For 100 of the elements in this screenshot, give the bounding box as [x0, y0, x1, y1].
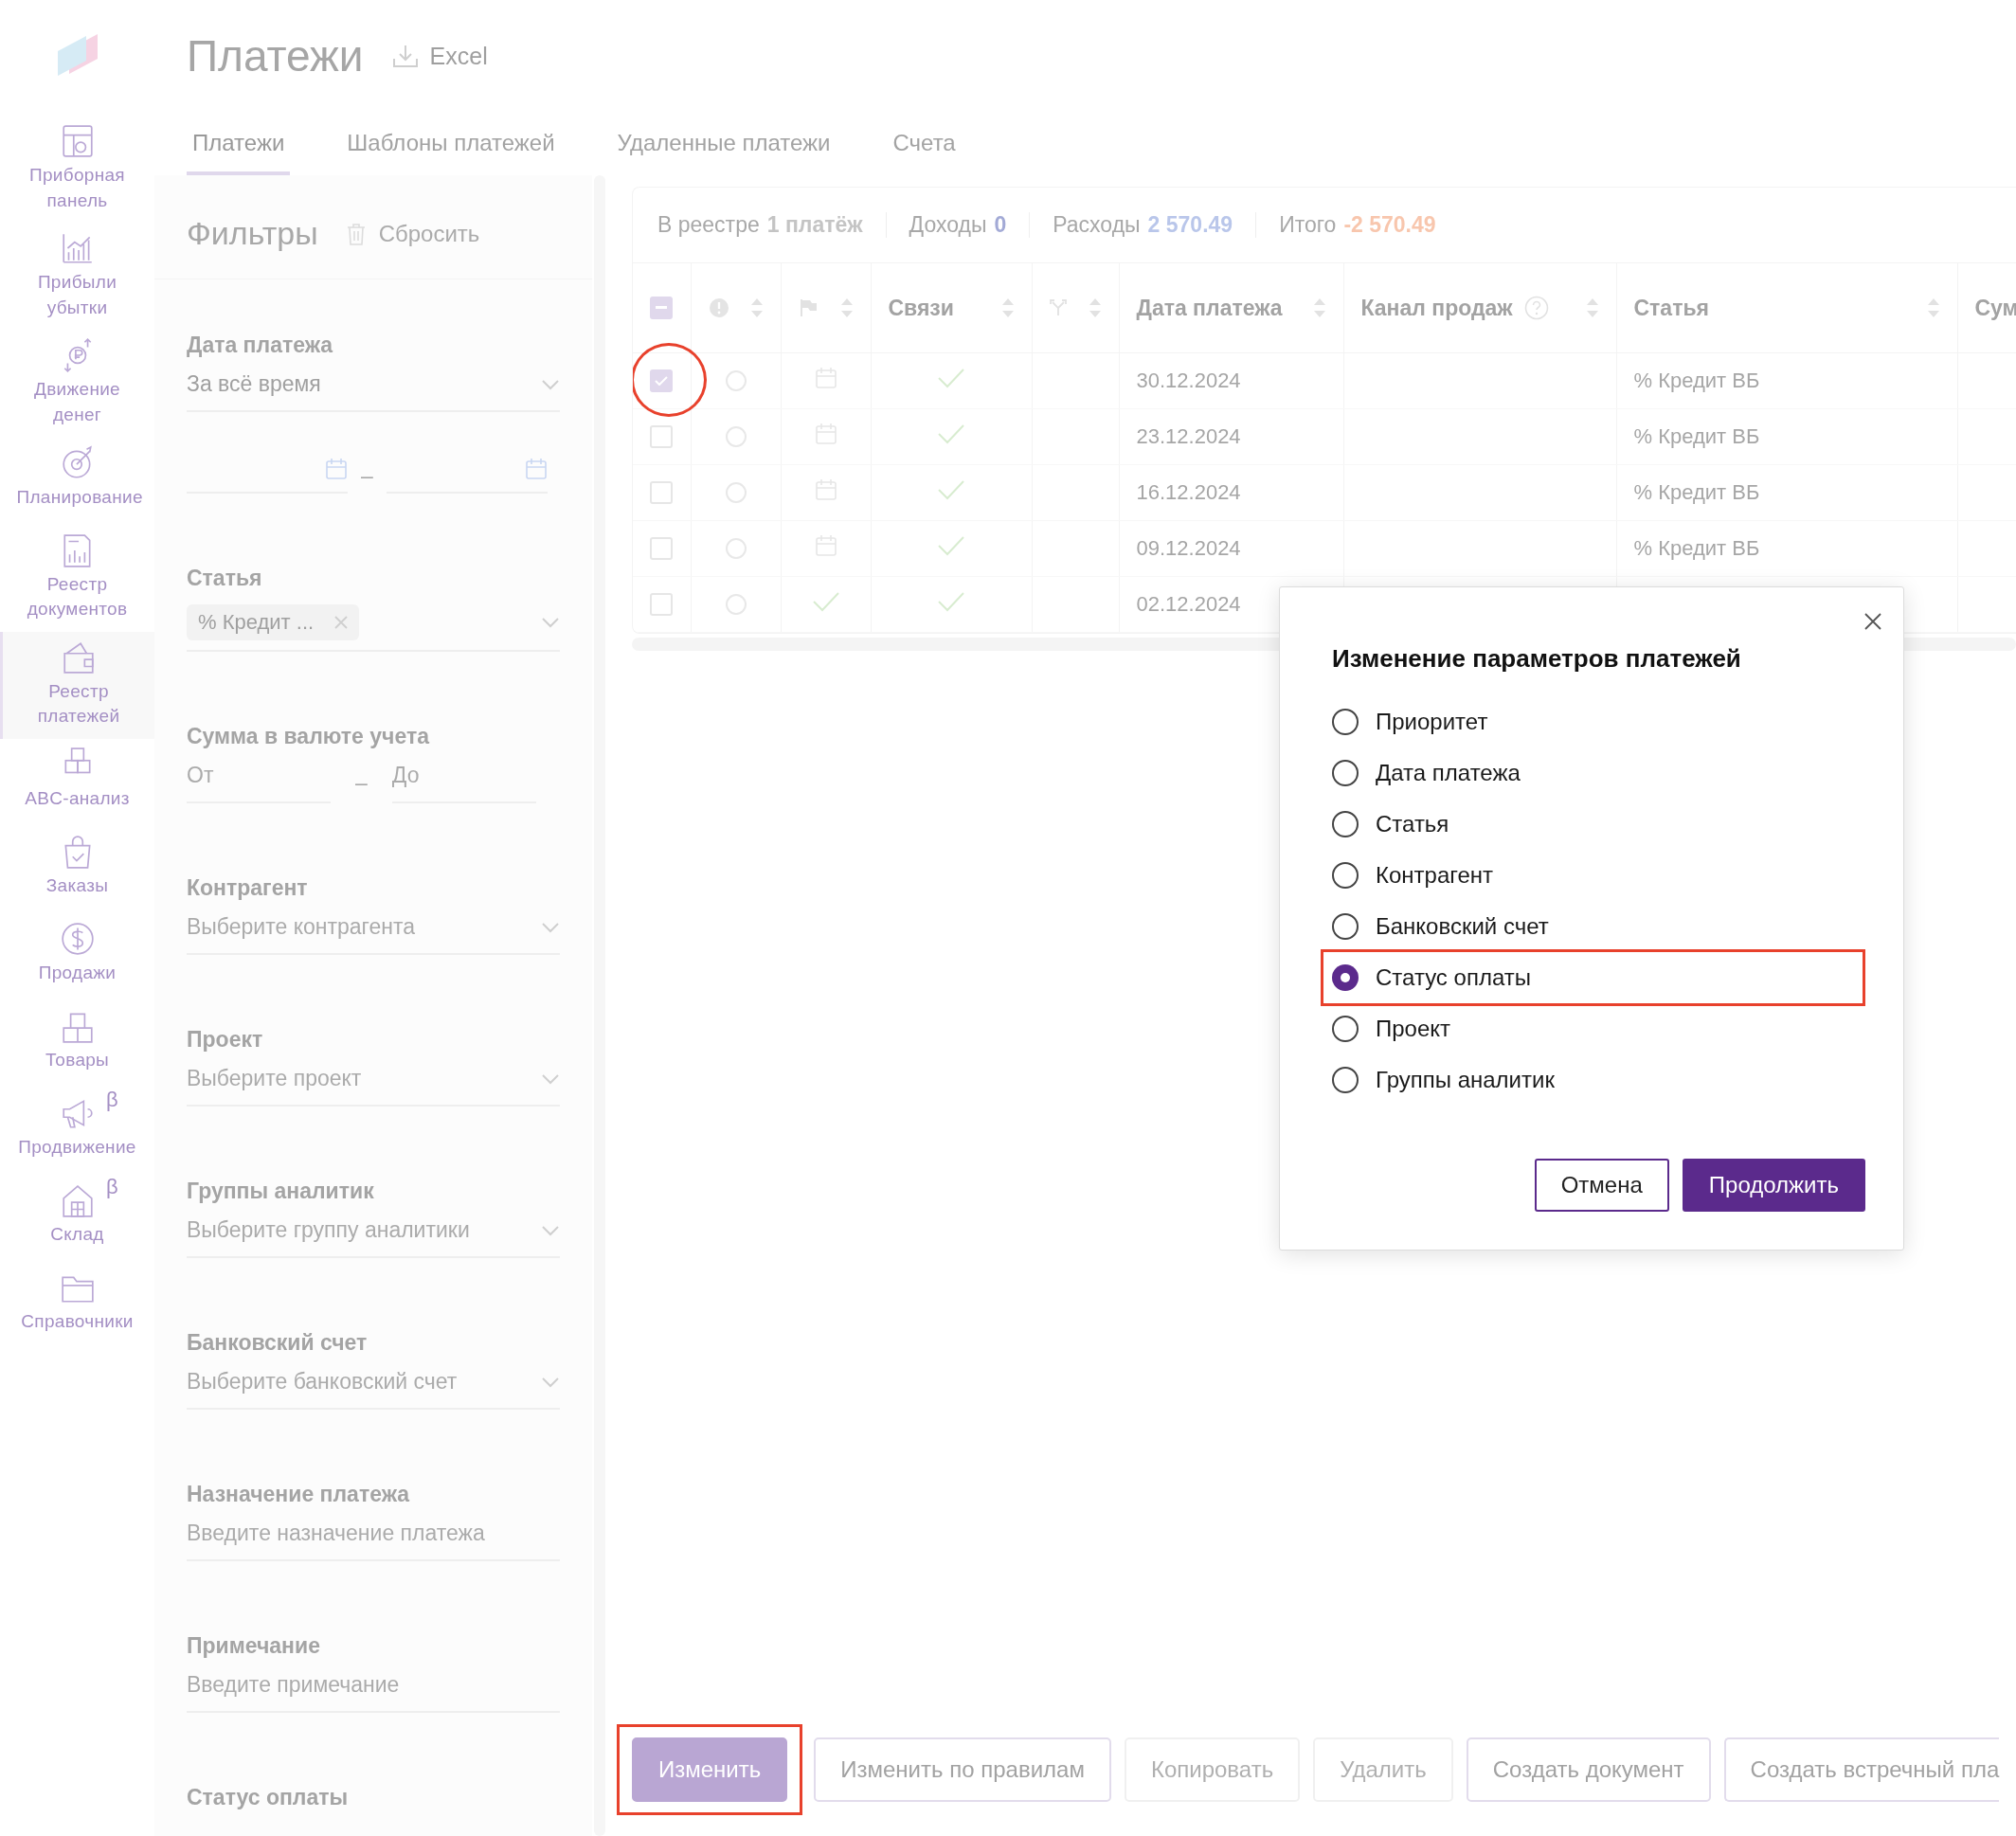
filter-tag: % Кредит ...: [187, 604, 360, 640]
amount-from-field[interactable]: От: [187, 763, 331, 803]
column-header: Канал продаж: [1360, 295, 1513, 321]
nav-item[interactable]: Реестр документов: [0, 524, 154, 632]
radio-button[interactable]: [1332, 862, 1359, 889]
select-field[interactable]: За всё время: [187, 371, 560, 412]
sort-icon[interactable]: [1000, 297, 1015, 318]
remove-tag-icon[interactable]: [334, 616, 349, 629]
check-icon: [655, 376, 668, 386]
column-header: Связи: [888, 295, 954, 321]
nav-item[interactable]: β Склад: [0, 1174, 154, 1262]
minus-icon: [656, 306, 667, 310]
select-field[interactable]: Выберите группу аналитики: [187, 1217, 560, 1258]
sort-icon[interactable]: [1926, 297, 1940, 318]
sort-icon[interactable]: [1088, 297, 1102, 318]
nav-item[interactable]: Движение денег: [0, 330, 154, 438]
page-title: Платежи: [187, 30, 364, 81]
action-button[interactable]: Изменить по правилам: [814, 1737, 1111, 1802]
reset-button[interactable]: Сбросить: [346, 220, 480, 247]
summary-value: 1 платёж: [766, 212, 863, 238]
radio-option[interactable]: Проект: [1332, 1003, 1451, 1054]
radio-option[interactable]: Статья: [1332, 799, 1449, 850]
select-field[interactable]: Выберите контрагента: [187, 914, 560, 955]
amount-to-field[interactable]: До: [391, 763, 536, 803]
chevron-down-icon: [541, 921, 560, 933]
row-checkbox[interactable]: [650, 593, 673, 616]
field-label: Проект: [187, 1027, 264, 1053]
summary-label: Итого: [1279, 212, 1337, 238]
radio-option[interactable]: Дата платежа: [1332, 747, 1521, 799]
date-field[interactable]: [187, 458, 348, 494]
action-button[interactable]: Изменить: [632, 1737, 788, 1802]
tab[interactable]: Счета: [887, 129, 962, 175]
chevron-down-icon: [541, 378, 560, 390]
calendar-icon: [814, 423, 837, 445]
field-label: Группы аналитик: [187, 1179, 375, 1204]
radio-button[interactable]: [1332, 709, 1359, 735]
nav-item[interactable]: Планирование: [0, 437, 154, 525]
nav-item[interactable]: β Продвижение: [0, 1087, 154, 1175]
table-cell: % Кредит ВБ: [1633, 424, 1760, 448]
radio-option[interactable]: Банковский счет: [1332, 901, 1549, 952]
action-button[interactable]: Создать документ: [1466, 1737, 1711, 1802]
field-label: Статья: [187, 566, 263, 591]
tag-select-field[interactable]: % Кредит ...: [187, 604, 560, 652]
field-label: Сумма в валюте учета: [187, 724, 431, 749]
radio-option[interactable]: Контрагент: [1332, 850, 1494, 901]
row-checkbox[interactable]: [650, 369, 673, 392]
sort-icon[interactable]: [749, 297, 764, 318]
tab[interactable]: Шаблоны платежей: [341, 129, 561, 175]
select-field[interactable]: Выберите проект: [187, 1066, 560, 1107]
nav-item[interactable]: ABC-анализ: [0, 738, 154, 826]
table-cell: 23.12.2024: [1136, 424, 1241, 448]
radio-button[interactable]: [1332, 913, 1359, 940]
calendar-icon: [325, 458, 348, 480]
continue-button[interactable]: Продолжить: [1682, 1159, 1865, 1212]
field-label: Контрагент: [187, 875, 309, 901]
table-cell: 30.12.2024: [1136, 369, 1241, 392]
radio-option[interactable]: Приоритет: [1332, 696, 1488, 747]
row-checkbox[interactable]: [650, 537, 673, 560]
select-all-checkbox[interactable]: [650, 297, 673, 319]
action-button[interactable]: Создать встречный пла: [1723, 1737, 2000, 1802]
radio-option[interactable]: Статус оплаты: [1332, 952, 1531, 1003]
nav-item[interactable]: Продажи: [0, 912, 154, 1000]
text-field[interactable]: Введите примечание: [187, 1672, 560, 1713]
row-checkbox[interactable]: [650, 425, 673, 448]
radio-button[interactable]: [1332, 1016, 1359, 1042]
calendar-icon: [814, 534, 837, 557]
nav-item[interactable]: Прибыли убытки: [0, 223, 154, 331]
cancel-button[interactable]: Отмена: [1534, 1159, 1669, 1212]
tab[interactable]: Удаленные платежи: [611, 129, 837, 175]
radio-button[interactable]: [1332, 811, 1359, 837]
field-label: Статус оплаты: [187, 1785, 350, 1810]
radio-button[interactable]: [1332, 964, 1359, 991]
excel-export-button[interactable]: Excel: [391, 42, 488, 70]
nav-icon: [59, 920, 96, 957]
sort-icon[interactable]: [1312, 297, 1326, 318]
sort-icon[interactable]: [839, 297, 854, 318]
radio-option[interactable]: Группы аналитик: [1332, 1054, 1555, 1106]
date-field[interactable]: [386, 458, 548, 494]
text-field[interactable]: Введите назначение платежа: [187, 1521, 560, 1561]
nav-item[interactable]: Реестр платежей: [0, 631, 154, 739]
sort-icon[interactable]: [1585, 297, 1599, 318]
nav-item[interactable]: Заказы: [0, 825, 154, 913]
calendar-icon: [524, 458, 548, 480]
nav-item[interactable]: Товары: [0, 999, 154, 1088]
calendar-icon: [814, 367, 837, 389]
row-checkbox[interactable]: [650, 481, 673, 504]
radio-button[interactable]: [1332, 1067, 1359, 1093]
radio-button[interactable]: [1332, 760, 1359, 786]
summary-label: Расходы: [1053, 212, 1141, 238]
nav-item[interactable]: Справочники: [0, 1261, 154, 1349]
table-cell: 09.12.2024: [1136, 536, 1241, 560]
table-cell: % Кредит ВБ: [1633, 480, 1760, 504]
check-icon: [937, 479, 965, 500]
select-field[interactable]: Выберите банковский счет: [187, 1369, 560, 1410]
flag-icon: [798, 298, 818, 317]
field-label: Банковский счет: [187, 1330, 369, 1356]
nav-item[interactable]: Приборная панель: [0, 116, 154, 224]
help-icon[interactable]: [1523, 296, 1549, 320]
branch-icon: [1049, 299, 1067, 316]
download-icon: [391, 44, 419, 68]
